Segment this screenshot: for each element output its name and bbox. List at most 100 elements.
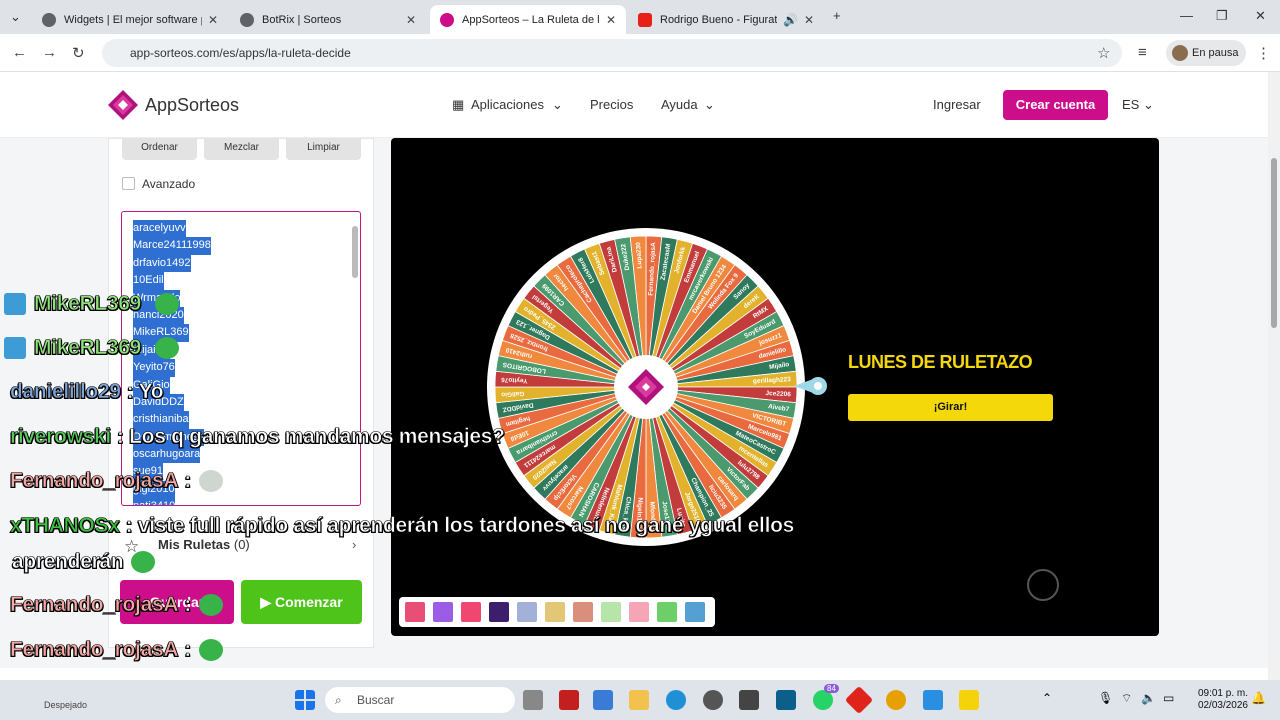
sort-button[interactable]: Ordenar	[122, 138, 197, 160]
color-swatch[interactable]	[601, 602, 621, 622]
youtube-favicon-icon	[638, 12, 652, 27]
name-entry: aracelyuvv	[133, 220, 186, 238]
tab-appsorteos[interactable]: AppSorteos – La Ruleta de la Su ✕	[430, 5, 626, 34]
clear-button[interactable]: Limpiar	[286, 138, 361, 160]
page-scrollbar[interactable]	[1268, 72, 1280, 680]
whatsapp-badge: 84	[824, 684, 839, 693]
profile-button[interactable]: En pausa	[1166, 40, 1246, 66]
my-wheels-label[interactable]: Mis Ruletas (0)	[158, 537, 250, 552]
chat-emote-icon	[155, 293, 180, 316]
tab-search-icon[interactable]: ⌄	[10, 9, 21, 25]
forward-icon[interactable]: →	[42, 44, 57, 61]
language-select[interactable]: ES	[1122, 97, 1139, 112]
site-header: AppSorteos ▦ Aplicaciones ⌄ Precios Ayud…	[0, 72, 1268, 138]
wifi-icon[interactable]: ⌔	[1121, 691, 1132, 706]
chat-emote-icon	[131, 551, 156, 574]
apps-grid-icon: ▦	[452, 97, 465, 112]
tab-youtube[interactable]: Rodrigo Bueno - Figurate tu 🔊 ✕	[628, 5, 824, 34]
tab-botrix[interactable]: BotRix | Sorteos ✕	[230, 5, 426, 34]
name-entry: drfavio1492	[133, 254, 191, 273]
app-blue-icon[interactable]	[923, 690, 943, 710]
spin-button[interactable]: ¡Girar!	[848, 394, 1053, 421]
chat-message: Fernando_rojasA:	[10, 593, 223, 617]
chat-username: Fernando_rojasA	[10, 469, 179, 493]
color-swatch[interactable]	[461, 602, 481, 622]
tray-chevron-up-icon[interactable]: ⌃	[1042, 691, 1052, 705]
color-swatch[interactable]	[405, 602, 425, 622]
color-swatch[interactable]	[685, 602, 705, 622]
search-icon: ⌕	[335, 693, 342, 707]
advanced-label: Avanzado	[142, 177, 196, 191]
obs-icon[interactable]	[703, 690, 723, 710]
chat-emote-icon	[198, 639, 223, 662]
nav-prices[interactable]: Precios	[590, 97, 633, 112]
color-swatch[interactable]	[517, 602, 537, 622]
chat-username: Fernando_rojasA	[10, 638, 179, 662]
logo-text[interactable]: AppSorteos	[145, 95, 239, 116]
advanced-checkbox[interactable]	[122, 177, 135, 190]
nav-help[interactable]: Ayuda	[661, 97, 698, 112]
nav-apps[interactable]: Aplicaciones	[471, 97, 544, 112]
profile-label: En pausa	[1192, 47, 1239, 59]
whatsapp-icon[interactable]	[813, 690, 833, 710]
address-bar[interactable]: app-sorteos.com/es/apps/la-ruleta-decide	[102, 39, 1122, 67]
chat-message: riverowski: Los q ganamos mandamos mensa…	[10, 425, 506, 449]
netflix-icon[interactable]	[559, 690, 579, 710]
chat-username: MikeRL369	[34, 336, 142, 360]
names-list: aracelyuvv Marce24111998 drfavio1492 10Edil…	[133, 220, 211, 505]
copilot-icon[interactable]	[593, 690, 613, 710]
bookmark-star-icon[interactable]: ☆	[1097, 44, 1110, 62]
reload-icon[interactable]: ↻	[72, 44, 85, 62]
roulette-wheel[interactable]: Fernando_rojasA ZacatecasM JonforkkEmmanue…	[487, 228, 805, 546]
close-tab-icon[interactable]: ✕	[208, 13, 218, 27]
menu-icon[interactable]: ⋮	[1256, 44, 1271, 62]
close-tab-icon[interactable]: ✕	[804, 13, 814, 27]
app-red-icon[interactable]	[844, 685, 874, 715]
chevron-right-icon[interactable]: ›	[352, 537, 356, 552]
steam-icon[interactable]	[776, 690, 796, 710]
microphone-icon[interactable]: 🎙	[1098, 691, 1113, 705]
close-tab-icon[interactable]: ✕	[406, 13, 416, 27]
color-swatch[interactable]	[545, 602, 565, 622]
color-palette[interactable]	[399, 597, 715, 627]
file-explorer-icon[interactable]	[629, 690, 649, 710]
textarea-scrollbar[interactable]	[352, 226, 358, 278]
maximize-icon[interactable]: ❐	[1216, 8, 1228, 24]
shuffle-button[interactable]: Mezclar	[204, 138, 279, 160]
taskbar-clock[interactable]: 09:01 p. m. 02/03/2026	[1188, 688, 1248, 712]
color-swatch[interactable]	[433, 602, 453, 622]
volume-icon[interactable]: 🔈	[1141, 691, 1156, 705]
windows-start-icon[interactable]	[295, 690, 315, 710]
chat-username: riverowski	[10, 425, 112, 449]
notifications-icon[interactable]: 🔔	[1251, 691, 1266, 705]
nav-login[interactable]: Ingresar	[933, 97, 981, 112]
tab-widgets[interactable]: Widgets | El mejor software par ✕	[32, 5, 228, 34]
edge-icon[interactable]	[666, 690, 686, 710]
store-icon[interactable]	[739, 690, 759, 710]
tab-list-icon[interactable]: ≡	[1138, 44, 1147, 61]
back-icon[interactable]: ←	[12, 44, 27, 61]
chat-username: xTHANOSx	[10, 514, 121, 538]
close-tab-icon[interactable]: ✕	[606, 13, 616, 27]
chat-username: danielillo29	[10, 380, 122, 404]
color-swatch[interactable]	[573, 602, 593, 622]
close-window-icon[interactable]: ✕	[1255, 8, 1266, 24]
color-swatch[interactable]	[629, 602, 649, 622]
new-tab-icon[interactable]: +	[833, 8, 841, 23]
battery-icon[interactable]: ▭	[1163, 691, 1174, 705]
chrome-icon[interactable]	[886, 690, 906, 710]
color-swatch[interactable]	[489, 602, 509, 622]
sticky-notes-icon[interactable]	[959, 690, 979, 710]
chat-text: : Los q ganamos mandamos mensajes?	[116, 425, 506, 449]
create-account-button[interactable]: Crear cuenta	[1003, 90, 1108, 120]
tab-title: Widgets | El mejor software par	[64, 13, 202, 26]
url-text: app-sorteos.com/es/apps/la-ruleta-decide	[130, 46, 351, 60]
audio-icon[interactable]: 🔊	[783, 13, 798, 27]
task-view-icon[interactable]	[523, 690, 543, 710]
color-swatch[interactable]	[657, 602, 677, 622]
chat-message: danielillo29: Yo	[10, 380, 164, 404]
taskbar-search[interactable]: ⌕ Buscar	[325, 687, 515, 713]
minimize-icon[interactable]: —	[1180, 8, 1193, 23]
start-button[interactable]: ▶ Comenzar	[241, 580, 362, 624]
appsorteos-logo-icon[interactable]	[108, 90, 138, 120]
